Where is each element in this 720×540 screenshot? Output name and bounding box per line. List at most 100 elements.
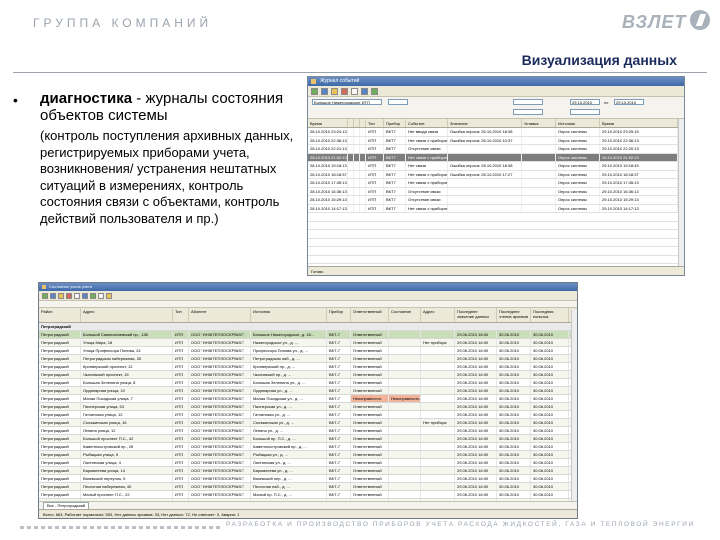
table-row[interactable]: Петроградский Малый проспект П.С., 22 ИТП О… [39, 491, 577, 499]
table-cell: 29.06.2010 16:00 [455, 363, 497, 370]
node-status-statusbar: Всего: 663, Работает нормально: 553, Нет… [39, 509, 577, 518]
table-cell [421, 491, 455, 498]
column-header[interactable]: Источник [251, 308, 327, 322]
table-row[interactable]: 28.10.2010 15:29:13 ИТП ВКТ7 Отсутствие свя… [308, 196, 684, 205]
table-cell: Бармалеева ул., д. ... [251, 467, 327, 474]
table-row[interactable]: Петроградский Большая Зеленина улица, 8 ИТ… [39, 379, 577, 387]
table-row[interactable]: 28.10.2010 21:52:13 ИТП ВКТ7 Нет связи с пр… [308, 153, 684, 162]
date-to-field[interactable]: 29.10.2010 [614, 99, 644, 105]
table-cell: Опрос системы [556, 162, 600, 170]
table-row[interactable]: Петроградский Кронверкский проспект, 12 ИТ… [39, 363, 577, 371]
column-header[interactable]: Район [39, 308, 81, 322]
column-header[interactable]: Тип [173, 308, 189, 322]
table-cell: Ответственный [351, 403, 389, 410]
object-filter-dropdown[interactable] [388, 99, 408, 105]
table-row[interactable]: Петроградский Лахтинская улица, 4 ИТП ООО "… [39, 459, 577, 467]
table-row[interactable]: Петроградский Петроградская набережная, 3… [39, 355, 577, 363]
table-row[interactable]: Петроградский Съезжинская улица, 16 ИТП ООО… [39, 419, 577, 427]
table-row[interactable]: 28.10.2010 22:21:13 ИТП ВКТ7 Отсутствие свя… [308, 145, 684, 154]
empty-row [308, 221, 684, 230]
group-row[interactable]: Петроградский [39, 323, 577, 331]
print-icon[interactable] [351, 87, 358, 95]
table-row[interactable]: 28.10.2010 17:45:13 ИТП ВКТ7 Нет связи с пр… [308, 179, 684, 188]
column-header[interactable]: Последнее значение данных [455, 308, 497, 322]
table-row[interactable]: Петроградский Малая Посадская улица, 7 ИТП… [39, 395, 577, 403]
column-header[interactable]: Последнее чтение архивов [497, 308, 531, 322]
table-cell [421, 483, 455, 490]
table-cell [421, 403, 455, 410]
logo-text: ВЗЛЕТ [622, 12, 687, 32]
source-filter[interactable] [513, 109, 543, 115]
table-cell: Петроградский [39, 435, 81, 442]
table-row[interactable]: 28.10.2010 14:17:13 ИТП ВКТ7 Нет связи с пр… [308, 204, 684, 213]
column-header[interactable]: Время [308, 119, 348, 127]
event-journal-scrollbar[interactable] [678, 119, 684, 267]
filter-icon[interactable] [50, 292, 56, 299]
date-from-field[interactable]: 29.10.2010 [570, 99, 600, 105]
column-header[interactable]: Время [600, 119, 678, 127]
table-row[interactable]: Петроградский Большой Сампсониевский пр.,… [39, 331, 577, 339]
table-row[interactable]: Петроградский Рыбацкая улица, 5 ИТП ООО "ИН… [39, 451, 577, 459]
table-row[interactable]: 28.10.2010 23:24:13 ИТП ВКТ7 Нет ввода связ… [308, 128, 684, 137]
column-header[interactable]: Абонент [189, 308, 251, 322]
delete-icon[interactable] [66, 292, 72, 299]
settings-icon[interactable] [361, 87, 368, 95]
column-header[interactable]: Состояние [389, 308, 421, 322]
table-cell: Ответственный [351, 435, 389, 442]
table-row[interactable]: Петроградский Ординарная улица, 10 ИТП ООО … [39, 387, 577, 395]
settings-icon[interactable] [82, 292, 88, 299]
table-row[interactable]: 28.10.2010 22:36:13 ИТП ВКТ7 Нет связи с пр… [308, 136, 684, 145]
column-header[interactable]: Событие [406, 119, 448, 127]
table-cell: ВКТ7 [384, 162, 406, 170]
excel-icon[interactable] [90, 292, 96, 299]
export-icon[interactable] [58, 292, 64, 299]
table-row[interactable]: 28.10.2010 18:18:37 ИТП ВКТ7 Нет связи с пр… [308, 170, 684, 179]
column-header[interactable]: Адрес [81, 308, 173, 322]
table-cell: ВКТ-7 [327, 331, 351, 338]
table-row[interactable]: Петроградский Улица Профессора Попова, 24… [39, 347, 577, 355]
object-filter-field[interactable]: Большое Нижегородское ИТП [312, 99, 382, 105]
column-header[interactable]: Прибор [327, 308, 351, 322]
node-status-scrollbar[interactable] [571, 310, 577, 503]
column-header[interactable]: Последняя попытка [531, 308, 569, 322]
table-row[interactable]: Петроградский Ленина улица, 12 ИТП ООО "ИНЖ… [39, 427, 577, 435]
table-row[interactable]: Петроградский Чкаловский проспект, 15 ИТП О… [39, 371, 577, 379]
column-header[interactable]: Тип [366, 119, 384, 127]
table-row[interactable]: Петроградский Пионерская улица, 53 ИТП ООО … [39, 403, 577, 411]
table-cell: Опрос системы [556, 196, 600, 204]
table-row[interactable]: Петроградский Бармалеева улица, 14 ИТП ООО … [39, 467, 577, 475]
column-header[interactable]: Источник [556, 119, 600, 127]
print-icon[interactable] [74, 292, 80, 299]
excel-icon[interactable] [371, 87, 378, 95]
column-header[interactable]: Значение [448, 119, 522, 127]
column-header[interactable]: Ответственный [351, 308, 389, 322]
column-header[interactable]: Уставка [522, 119, 556, 127]
delete-icon[interactable] [341, 87, 348, 95]
table-row[interactable]: Петроградский Песочная набережная, 40 ИТП О… [39, 483, 577, 491]
export-icon[interactable] [331, 87, 338, 95]
table-row[interactable]: 28.10.2010 19:18:13 ИТП ВКТ7 Нет связи Ошибк… [308, 162, 684, 171]
column-header[interactable]: Прибор [384, 119, 406, 127]
event-journal-titlebar[interactable]: Журнал событий [308, 77, 684, 86]
refresh-icon[interactable] [311, 87, 318, 95]
table-cell: ООО "ИНЖТЕПЛОСЕРВИС" [189, 347, 251, 354]
event-type-filter[interactable] [513, 99, 543, 105]
table-cell: ИТП [173, 475, 189, 482]
device-filter[interactable] [570, 109, 600, 115]
table-cell: 30.06.2010 [531, 427, 569, 434]
table-row[interactable]: 28.10.2010 16:36:13 ИТП ВКТ7 Отсутствие свя… [308, 187, 684, 196]
refresh-icon[interactable] [42, 292, 48, 299]
table-row[interactable]: Петроградский Большой проспект П.С., 42 ИТ… [39, 435, 577, 443]
node-status-titlebar[interactable]: Состояние узлов учета [39, 283, 577, 291]
filter-icon[interactable] [321, 87, 328, 95]
table-row[interactable]: Петроградский Гатчинская улица, 12 ИТП ООО … [39, 411, 577, 419]
table-cell: Профессора Попова ул., д. ... [251, 347, 327, 354]
map-icon[interactable] [106, 292, 112, 299]
table-row[interactable]: Петроградский Улица Мира, 18 ИТП ООО "ИНЖТЕ… [39, 339, 577, 347]
table-row[interactable]: Петроградский Каменноостровский пр., 26 ИТ… [39, 443, 577, 451]
date-range-separator: по [604, 100, 609, 105]
columns-icon[interactable] [98, 292, 104, 299]
column-header[interactable]: Адрес [421, 308, 455, 322]
table-row[interactable]: Петроградский Вяземский переулок, 5 ИТП ООО… [39, 475, 577, 483]
table-cell [389, 475, 421, 482]
